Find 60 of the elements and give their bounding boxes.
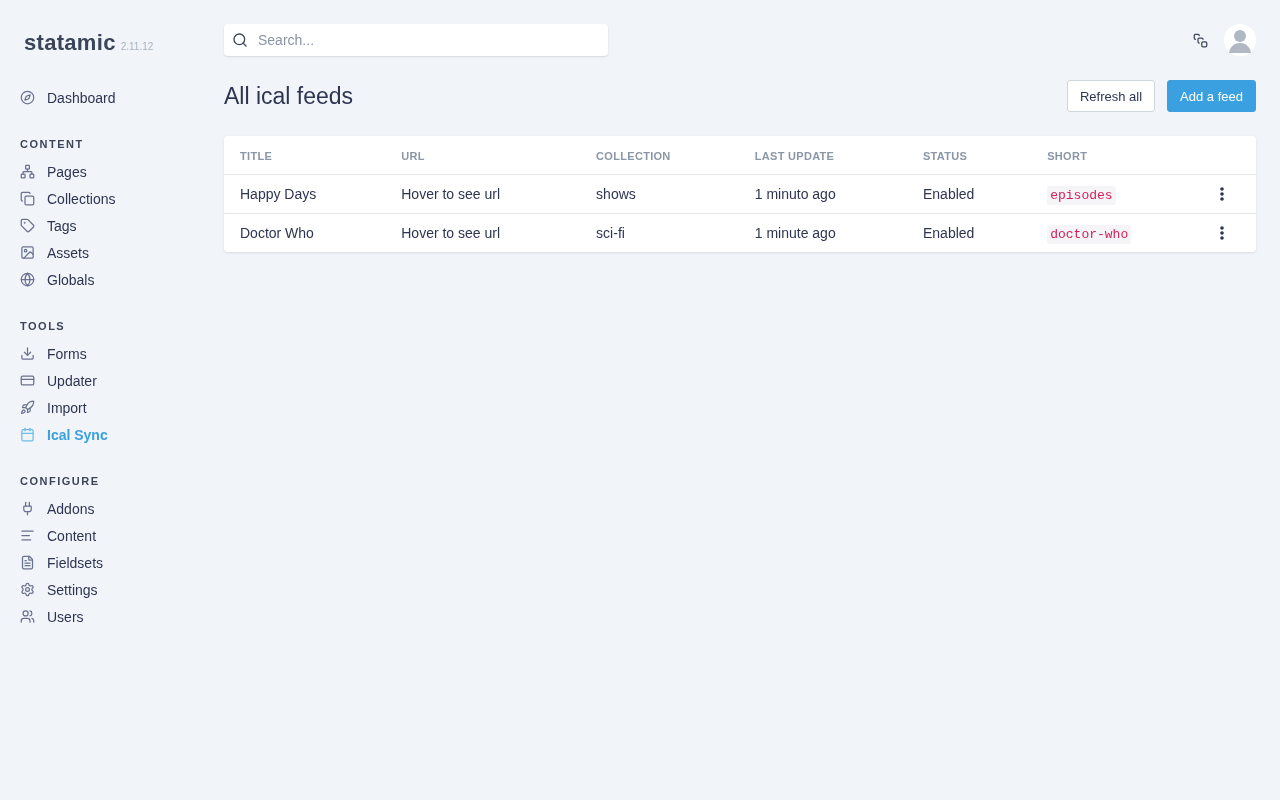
table-cell: Hover to see url xyxy=(385,213,581,252)
nav-item[interactable]: Import xyxy=(0,394,224,421)
nav-item[interactable]: Settings xyxy=(0,576,224,603)
nav-item[interactable]: Dashboard xyxy=(0,84,224,111)
nav-icon xyxy=(20,90,35,105)
nav-icon xyxy=(20,501,35,516)
table-cell: Enabled xyxy=(906,213,1032,252)
column-header: STATUS xyxy=(906,136,1032,175)
code-tag: episodes xyxy=(1047,185,1116,205)
nav-item[interactable]: Addons xyxy=(0,495,224,522)
nav-icon xyxy=(20,218,35,233)
nav-icon xyxy=(20,191,35,206)
code-tag: doctor-who xyxy=(1047,224,1132,244)
table-cell: sci-fi xyxy=(580,213,739,252)
nav-icon xyxy=(20,528,35,543)
nav-icon xyxy=(20,346,35,361)
column-header: LAST UPDATE xyxy=(738,136,907,175)
nav-icon xyxy=(20,427,35,442)
table-cell: Doctor Who xyxy=(224,213,386,252)
search-field[interactable]: Search... xyxy=(224,24,608,56)
table-cell: 1 minute ago xyxy=(738,213,907,252)
nav-item[interactable]: Tags xyxy=(0,212,224,239)
search-input[interactable]: Search... xyxy=(256,31,600,49)
nav-icon xyxy=(20,373,35,388)
table-cell: Enabled xyxy=(906,174,1032,214)
more-button[interactable] xyxy=(1220,226,1224,240)
table-cell: shows xyxy=(580,174,739,214)
nav-item[interactable]: Pages xyxy=(0,158,224,185)
page-title: All ical feeds xyxy=(224,82,354,110)
nav-item[interactable]: Globals xyxy=(0,266,224,293)
nav-icon xyxy=(20,609,35,624)
nav-item[interactable]: Users xyxy=(0,603,224,630)
nav-item[interactable]: Forms xyxy=(0,340,224,367)
nav-icon xyxy=(20,555,35,570)
column-header: COLLECTION xyxy=(580,136,739,175)
column-header: URL xyxy=(385,136,581,175)
nav-item[interactable]: Content xyxy=(0,522,224,549)
table-cell: Hover to see url xyxy=(385,174,581,214)
section-heading: CONFIGURE xyxy=(19,475,101,487)
more-button[interactable] xyxy=(1220,187,1224,201)
nav-item[interactable]: Fieldsets xyxy=(0,549,224,576)
nav-icon xyxy=(20,272,35,287)
version-label: 2.11.12 xyxy=(120,41,154,52)
brand-name: statamic xyxy=(24,30,116,56)
nav-item[interactable]: Collections xyxy=(0,185,224,212)
secondary-button[interactable]: Refresh all xyxy=(1066,80,1156,112)
nav-icon xyxy=(20,400,35,415)
nav-item[interactable]: Updater xyxy=(0,367,224,394)
column-header: TITLE xyxy=(224,136,386,175)
section-heading: CONTENT xyxy=(19,138,85,150)
windows-icon[interactable] xyxy=(1193,32,1208,48)
nav-item[interactable]: Assets xyxy=(0,239,224,266)
nav-icon xyxy=(20,164,35,179)
table-cell: Happy Days xyxy=(224,174,386,214)
column-header: SHORT xyxy=(1031,136,1204,175)
nav-icon xyxy=(20,245,35,260)
search-icon xyxy=(232,32,248,48)
section-heading: TOOLS xyxy=(19,320,67,332)
nav-icon xyxy=(20,582,35,597)
table-cell: 1 minuto ago xyxy=(738,174,907,214)
